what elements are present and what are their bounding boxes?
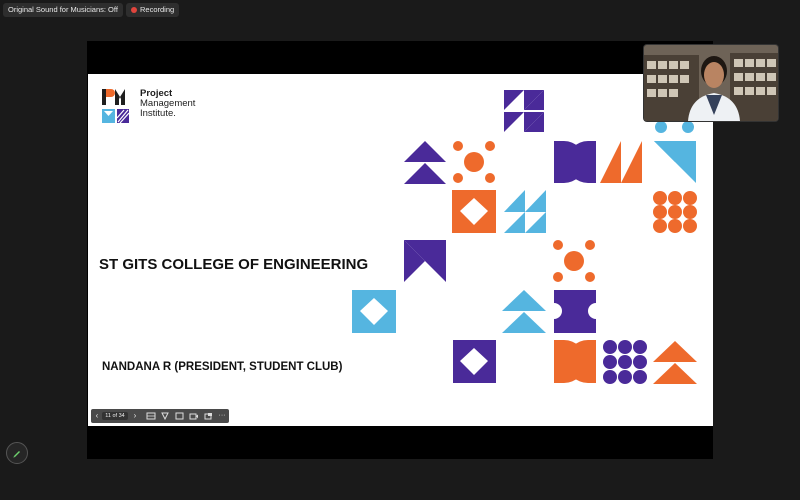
- grid-view-icon[interactable]: [146, 412, 156, 420]
- purple-triangles-tile: [504, 90, 544, 132]
- annotation-button[interactable]: [6, 442, 28, 464]
- orange-dot-grid: [653, 191, 697, 233]
- original-sound-label: Original Sound for Musicians: Off: [8, 5, 118, 14]
- video-icon[interactable]: [189, 412, 199, 420]
- purple-notched-block: [546, 290, 604, 333]
- pencil-icon: [13, 451, 20, 458]
- purple-diamond-tile: [453, 340, 496, 383]
- blue-diamond-tile: [352, 290, 396, 333]
- blue-stacked-triangles: [502, 290, 546, 333]
- orange-dots-cluster: [453, 141, 495, 183]
- orange-dots-cluster-2: [553, 240, 595, 282]
- purple-folded-triangle: [404, 240, 446, 282]
- participant-video[interactable]: [644, 45, 778, 121]
- recording-indicator[interactable]: Recording: [126, 3, 180, 17]
- image-icon[interactable]: [175, 412, 184, 420]
- purple-half-circles: [554, 141, 596, 183]
- participant-video-feed: [644, 45, 778, 121]
- share-icon[interactable]: [204, 412, 213, 420]
- orange-diagonal-triangles: [600, 141, 642, 183]
- orange-stacked-triangles: [653, 341, 697, 384]
- slide-toolbar: ‹ 11 of 34 › ···: [91, 409, 229, 423]
- blue-corner-triangles: [654, 121, 696, 183]
- purple-stacked-triangles: [404, 141, 446, 184]
- geometric-pattern: [352, 90, 697, 384]
- prev-slide-icon[interactable]: ‹: [93, 409, 101, 423]
- orange-half-circles: [554, 340, 596, 383]
- orange-diamond-tile: [452, 190, 496, 233]
- presentation-slide: Project Management Institute. ST GITS CO…: [88, 74, 713, 426]
- recording-dot-icon: [131, 6, 137, 13]
- recording-label: Recording: [140, 5, 175, 14]
- blue-triangles-tile: [504, 190, 546, 233]
- purple-dot-grid: [603, 340, 647, 384]
- annotate-icon[interactable]: [161, 412, 169, 420]
- page-indicator: 11 of 34: [102, 412, 128, 420]
- more-options-button[interactable]: ···: [216, 409, 228, 423]
- original-sound-toggle[interactable]: Original Sound for Musicians: Off: [3, 3, 123, 17]
- next-slide-icon[interactable]: ›: [131, 409, 139, 423]
